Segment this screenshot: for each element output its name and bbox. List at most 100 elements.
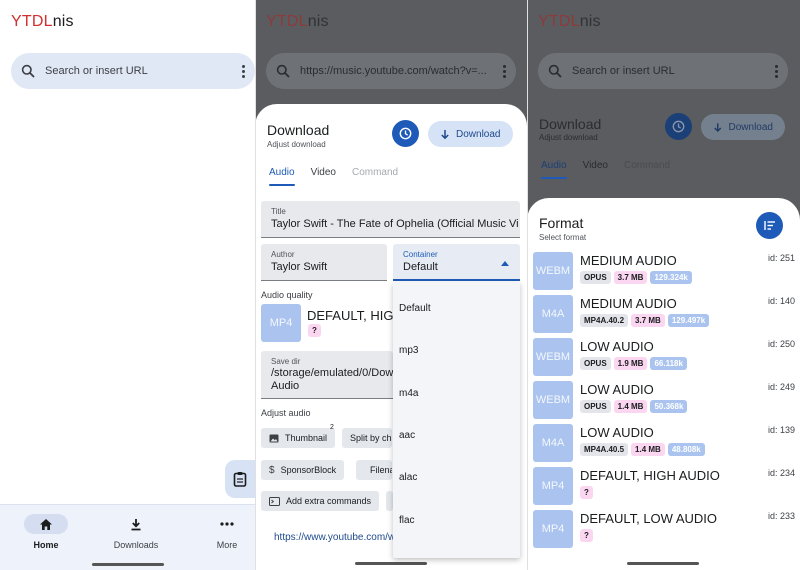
container-option-mp3[interactable]: mp3 xyxy=(399,345,418,356)
download-icon xyxy=(714,122,722,132)
format-title: LOW AUDIO xyxy=(580,339,654,354)
codec-chip: OPUS xyxy=(580,357,611,370)
codec-chip: OPUS xyxy=(580,271,611,284)
panel-divider xyxy=(527,0,528,570)
save-dir-label: Save dir xyxy=(271,357,301,366)
tab-command[interactable]: Command xyxy=(624,160,670,179)
format-row[interactable]: M4A MEDIUM AUDIO MP4A.40.2 3.7 MB 129.49… xyxy=(533,295,795,335)
container-option-aac[interactable]: aac xyxy=(399,430,415,441)
more-vertical-icon[interactable] xyxy=(764,64,788,78)
filename-template-label: Filename template xyxy=(370,465,392,475)
sheet-title: Download xyxy=(267,122,330,138)
tab-video[interactable]: Video xyxy=(583,160,608,179)
format-id: id: 140 xyxy=(767,296,795,306)
clipboard-icon xyxy=(233,472,247,487)
app-title-brand: YTDL xyxy=(266,13,308,30)
save-dir-field[interactable]: Save dir /storage/emulated/0/Download/YT… xyxy=(261,351,393,399)
format-box: M4A xyxy=(533,295,573,333)
search-input[interactable]: Search or insert URL xyxy=(572,65,764,77)
extra-commands-button[interactable]: Add extra commands xyxy=(261,491,380,511)
container-option-flac[interactable]: flac xyxy=(399,515,415,526)
home-screen: YTDLnis Search or insert URL Home Downlo… xyxy=(0,0,255,570)
search-input[interactable]: https://music.youtube.com/watch?v=... xyxy=(300,65,492,77)
download-button[interactable]: Download xyxy=(428,121,513,147)
format-row[interactable]: WEBM LOW AUDIO OPUS 1.4 MB 50.368k id: 2… xyxy=(533,381,795,421)
search-icon xyxy=(11,64,45,78)
author-field[interactable]: Author Taylor Swift xyxy=(261,244,387,281)
more-horizontal-icon xyxy=(220,522,234,526)
nav-home[interactable]: Home xyxy=(6,514,86,550)
tab-audio[interactable]: Audio xyxy=(269,167,295,186)
paste-clipboard-button[interactable] xyxy=(225,460,255,498)
format-title: DEFAULT, LOW AUDIO xyxy=(580,511,718,526)
image-icon xyxy=(269,434,279,442)
bitrate-chip: 66.118k xyxy=(650,357,687,370)
home-icon xyxy=(40,518,52,530)
schedule-button[interactable] xyxy=(392,120,419,147)
format-row[interactable]: MP4 DEFAULT, LOW AUDIO ? id: 233 xyxy=(533,510,795,550)
size-chip: 1.4 MB xyxy=(613,400,648,413)
gesture-bar xyxy=(92,563,164,566)
sort-formats-button[interactable] xyxy=(756,212,783,239)
download-button-label: Download xyxy=(456,128,501,140)
format-box: MP4 xyxy=(533,510,573,548)
format-box: MP4 xyxy=(261,304,301,342)
container-select[interactable]: Container Default xyxy=(393,244,520,281)
sponsorblock-label: SponsorBlock xyxy=(280,465,337,475)
author-field-value: Taylor Swift xyxy=(271,261,328,273)
schedule-button[interactable] xyxy=(665,113,692,140)
thumbnail-badge: 2 xyxy=(330,424,334,431)
download-button[interactable]: Download xyxy=(701,114,785,140)
tab-command[interactable]: Command xyxy=(352,167,398,186)
sort-icon xyxy=(763,221,775,230)
app-title-rest: nis xyxy=(307,13,329,30)
format-id: id: 139 xyxy=(767,425,795,435)
more-vertical-icon[interactable] xyxy=(231,64,255,78)
format-id: id: 234 xyxy=(767,468,795,478)
background-sheet-title: Download xyxy=(539,116,602,132)
terminal-icon xyxy=(269,496,280,506)
split-chapters-label: Split by chapters xyxy=(350,433,392,443)
search-icon xyxy=(266,64,300,78)
sponsorblock-button[interactable]: $ SponsorBlock xyxy=(261,460,345,480)
search-bar[interactable]: Search or insert URL xyxy=(11,53,255,89)
save-dir-value: /storage/emulated/0/Download/YTDLnis/ xyxy=(271,367,393,379)
app-title: YTDLnis xyxy=(266,13,329,31)
sheet-subtitle: Adjust download xyxy=(267,140,326,149)
tab-video[interactable]: Video xyxy=(311,167,336,186)
extra-commands-label: Add extra commands xyxy=(286,496,372,506)
size-chip: 3.7 MB xyxy=(631,314,665,327)
size-chip: ? xyxy=(308,324,321,337)
bitrate-chip: 48.808k xyxy=(667,443,705,456)
container-option-alac[interactable]: alac xyxy=(399,472,417,483)
nav-home-label: Home xyxy=(33,540,59,550)
thumbnail-button[interactable]: Thumbnail xyxy=(261,428,336,448)
size-chip: 1.9 MB xyxy=(613,357,648,370)
container-option-m4a[interactable]: m4a xyxy=(399,388,418,399)
download-tabs: Audio Video Command xyxy=(269,167,414,186)
more-vertical-icon[interactable] xyxy=(492,64,516,78)
app-title-brand: YTDL xyxy=(538,13,580,30)
nav-more[interactable]: More xyxy=(187,514,255,550)
gesture-bar xyxy=(355,562,427,565)
title-field[interactable]: Title Taylor Swift - The Fate of Ophelia… xyxy=(261,201,520,238)
container-option-default[interactable]: Default xyxy=(399,303,431,314)
split-chapters-button[interactable]: Split by chapters xyxy=(342,428,392,448)
format-box: WEBM xyxy=(533,252,573,290)
search-bar[interactable]: Search or insert URL xyxy=(538,53,788,89)
title-field-label: Title xyxy=(271,207,286,216)
container-select-value: Default xyxy=(403,261,438,273)
search-input[interactable]: Search or insert URL xyxy=(45,65,231,77)
video-link[interactable]: https://www.youtube.com/watch?v=ko70cExu… xyxy=(269,532,393,543)
container-dropdown-menu: Default mp3 m4a aac alac flac xyxy=(393,282,520,558)
format-row[interactable]: M4A LOW AUDIO MP4A.40.5 1.4 MB 48.808k i… xyxy=(533,424,795,464)
download-icon xyxy=(131,518,141,530)
extra-button-clipped[interactable] xyxy=(386,491,393,511)
filename-template-button[interactable]: Filename template xyxy=(356,460,392,480)
search-bar[interactable]: https://music.youtube.com/watch?v=... xyxy=(266,53,516,89)
format-row[interactable]: MP4 DEFAULT, HIGH AUDIO ? id: 234 xyxy=(533,467,795,507)
tab-audio[interactable]: Audio xyxy=(541,160,567,179)
format-row[interactable]: WEBM MEDIUM AUDIO OPUS 3.7 MB 129.324k i… xyxy=(533,252,795,292)
nav-downloads[interactable]: Downloads xyxy=(96,514,176,550)
format-row[interactable]: WEBM LOW AUDIO OPUS 1.9 MB 66.118k id: 2… xyxy=(533,338,795,378)
